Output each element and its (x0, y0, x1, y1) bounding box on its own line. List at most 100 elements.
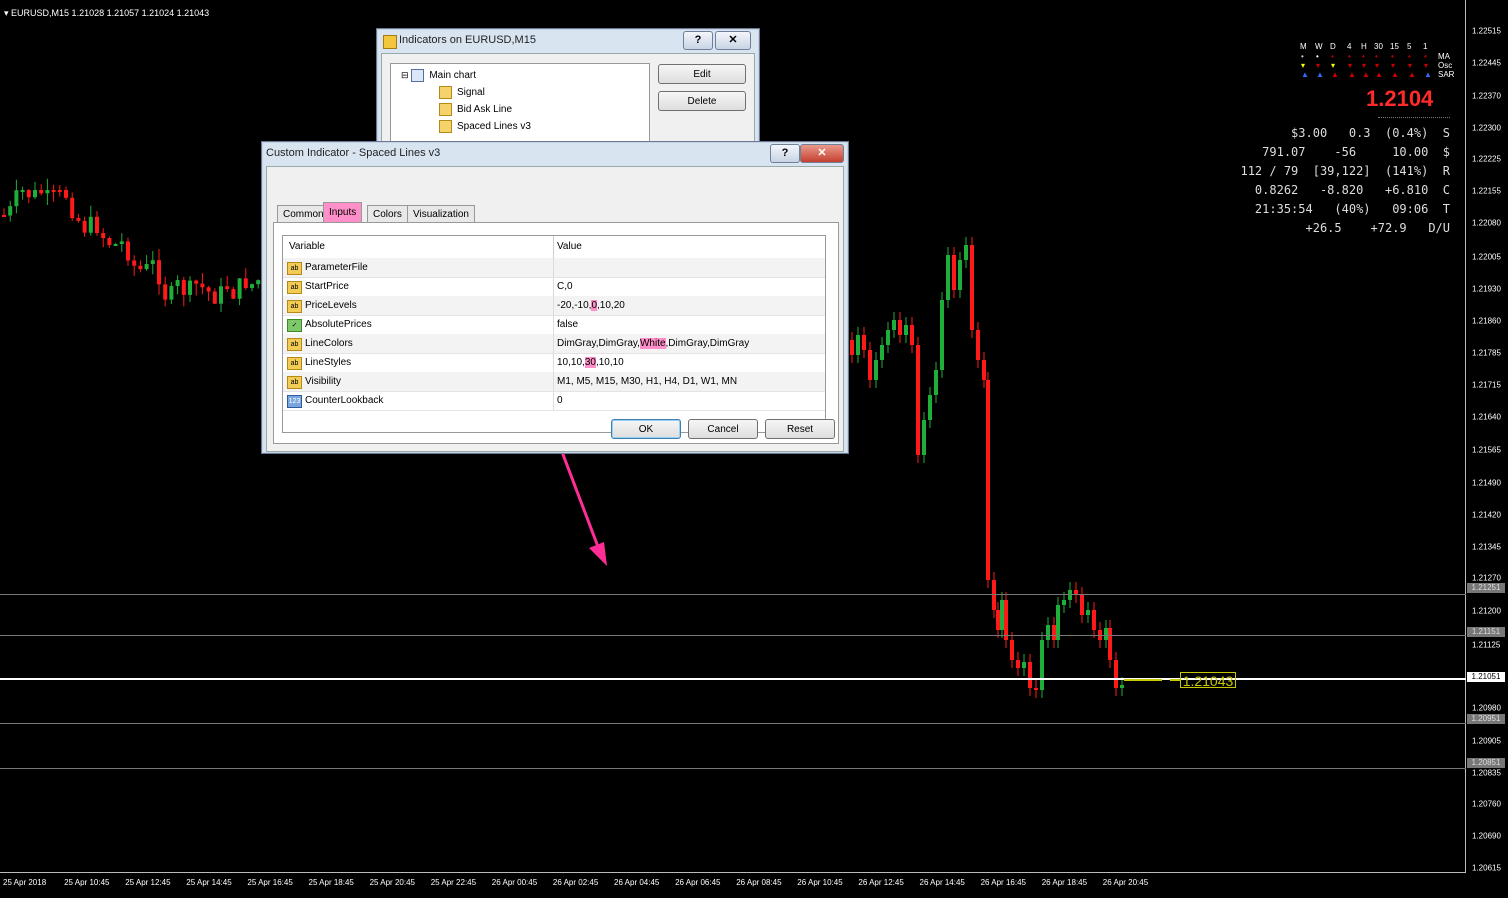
inputs-grid[interactable]: Variable Value ab ParameterFile ab StartPri… (282, 235, 826, 433)
variable-value[interactable]: DimGray,DimGray,White,DimGray,DimGray (557, 338, 749, 349)
reset-button[interactable]: Reset (765, 419, 835, 439)
column-value[interactable]: Value (557, 241, 582, 252)
trend-signal-icon: ▲ (1348, 70, 1356, 79)
trend-signal-icon: ▲ (1316, 70, 1324, 79)
cancel-button[interactable]: Cancel (688, 419, 758, 439)
candle-body (45, 190, 50, 194)
spaced-line-price-tag: 1.21151 (1467, 627, 1505, 637)
bid-price-box: 1.21043 (1180, 672, 1236, 689)
help-button[interactable]: ? (770, 144, 800, 163)
time-axis-label: 26 Apr 02:45 (552, 878, 599, 887)
cell-divider (553, 277, 554, 296)
tree-item-bid-ask-line[interactable]: Bid Ask Line (439, 103, 512, 116)
ok-button[interactable]: OK (611, 419, 681, 439)
current-price-tag: 1.21051 (1467, 672, 1505, 682)
bid-ask-line (1124, 679, 1162, 681)
time-axis-label: 26 Apr 04:45 (614, 878, 660, 887)
indicators-window-titlebar[interactable]: Indicators on EURUSD,M15 ? ✕ (377, 29, 759, 53)
price-axis-label: 1.22300 (1472, 123, 1501, 133)
column-divider[interactable] (553, 236, 554, 258)
candle-body (1010, 640, 1014, 660)
price-axis-label: 1.21640 (1472, 412, 1501, 422)
candle-body (150, 260, 155, 265)
value-part: ,10,10 (595, 357, 624, 368)
price-axis-label: 1.21420 (1472, 510, 1501, 520)
price-axis-label: 1.20835 (1472, 768, 1501, 778)
variable-value[interactable]: false (557, 319, 578, 330)
price-axis-label: 1.21785 (1472, 348, 1501, 358)
variable-value[interactable]: 10,10,30,10,10 (557, 357, 624, 368)
variable-value[interactable]: C,0 (557, 281, 573, 292)
candle-body (163, 284, 168, 300)
close-icon[interactable]: ✕ (715, 31, 751, 50)
chart-menu-icon[interactable]: ▾ (4, 8, 9, 18)
table-row[interactable]: ab ParameterFile (283, 258, 825, 278)
current-price-big: 1.2104 (1366, 86, 1434, 111)
close-icon[interactable]: ✕ (800, 144, 844, 163)
table-row[interactable]: ab LineStyles 10,10,30,10,10 (283, 353, 825, 373)
candle-body (982, 360, 986, 380)
candle-body (964, 245, 968, 260)
trend-signal-icon: ▾ (1362, 61, 1367, 70)
candle-body (850, 340, 854, 355)
trend-signal-icon: • (1362, 52, 1365, 61)
candle-body (256, 280, 261, 285)
custom-indicator-titlebar[interactable]: Custom Indicator - Spaced Lines v3 ? ✕ (262, 142, 848, 166)
price-axis-label: 1.22155 (1472, 186, 1501, 196)
variable-name: ParameterFile (305, 262, 368, 273)
tree-item-main-chart[interactable]: ⊟ Main chart (401, 69, 476, 82)
variable-value[interactable]: M1, M5, M15, M30, H1, H4, D1, W1, MN (557, 376, 737, 387)
candle-body (169, 286, 174, 300)
spaced-line-price-tag: 1.20851 (1467, 758, 1505, 768)
candle-body (206, 287, 211, 292)
tree-item-spaced-lines[interactable]: Spaced Lines v3 (439, 120, 531, 133)
info-line: 21:35:54 (40%) 09:06 T (1254, 202, 1450, 216)
string-type-icon: ab (287, 357, 302, 370)
edit-button[interactable]: Edit (658, 64, 746, 84)
string-type-icon: ab (287, 338, 302, 351)
candle-body (1086, 610, 1090, 615)
candle-body (243, 278, 248, 289)
candle-body (181, 280, 186, 295)
table-row[interactable]: ab Visibility M1, M5, M15, M30, H1, H4, D1… (283, 372, 825, 392)
candle-body (14, 190, 19, 207)
tab-colors[interactable]: Colors (367, 205, 408, 223)
tree-item-signal[interactable]: Signal (439, 86, 485, 99)
trend-signal-icon: • (1316, 52, 1319, 61)
candle-body (970, 245, 974, 330)
price-axis-label: 1.22225 (1472, 154, 1501, 164)
candle-body (113, 243, 118, 246)
candle-body (225, 286, 230, 290)
price-axis-label: 1.22515 (1472, 26, 1501, 36)
price-axis-label: 1.20980 (1472, 703, 1501, 713)
tab-visualization[interactable]: Visualization (407, 205, 475, 223)
candle-body (1016, 660, 1020, 668)
table-row[interactable]: ✓ AbsolutePrices false (283, 315, 825, 335)
cell-divider (553, 258, 554, 277)
variable-value[interactable]: 0 (557, 395, 563, 406)
variable-value[interactable]: -20,-10,0,10,20 (557, 300, 625, 311)
chart-symbol-title: ▾ EURUSD,M15 1.21028 1.21057 1.21024 1.2… (4, 8, 210, 18)
spaced-line-minus-10 (0, 723, 1466, 724)
trend-signal-icon: ▲ (1391, 70, 1399, 79)
column-variable[interactable]: Variable (289, 241, 325, 252)
candle-body (107, 238, 112, 246)
table-row[interactable]: ab LineColors DimGray,DimGray,White,DimGra… (283, 334, 825, 354)
delete-button[interactable]: Delete (658, 91, 746, 111)
string-type-icon: ab (287, 262, 302, 275)
collapse-icon[interactable]: ⊟ (401, 70, 409, 80)
custom-indicator-dialog[interactable]: Custom Indicator - Spaced Lines v3 ? ✕ C… (261, 141, 849, 454)
table-row[interactable]: ab PriceLevels -20,-10,0,10,20 (283, 296, 825, 316)
candle-body (880, 345, 884, 360)
time-axis-label: 26 Apr 10:45 (797, 878, 843, 887)
candle-body (39, 190, 44, 194)
help-button[interactable]: ? (683, 31, 713, 50)
table-row[interactable]: ab StartPrice C,0 (283, 277, 825, 297)
tab-common[interactable]: Common (277, 205, 330, 223)
string-type-icon: ab (287, 376, 302, 389)
string-type-icon: ab (287, 281, 302, 294)
tab-inputs[interactable]: Inputs (323, 202, 363, 223)
table-row[interactable]: 123 CounterLookback 0 (283, 391, 825, 411)
value-part: ,DimGray,DimGray (665, 338, 750, 349)
time-axis-label: 25 Apr 12:45 (125, 878, 171, 887)
